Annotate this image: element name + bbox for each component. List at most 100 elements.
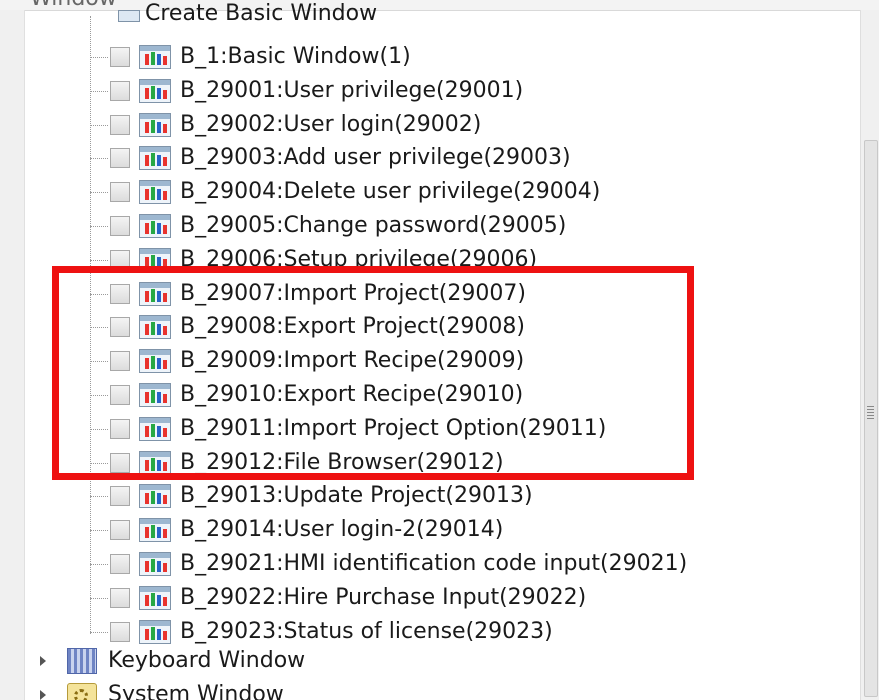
item-checkbox[interactable]	[110, 148, 130, 169]
tree-item-label: B_29004:Delete user privilege(29004)	[180, 179, 601, 205]
basic-window-icon	[139, 78, 171, 103]
scrollbar-grip-icon	[867, 406, 874, 420]
item-checkbox[interactable]	[110, 621, 130, 642]
tree-item-label: B_29001:User privilege(29001)	[180, 77, 524, 103]
basic-window-icon	[139, 214, 171, 238]
tree-item[interactable]: B_29005:Change password(29005)	[0, 209, 840, 243]
basic-window-icon	[139, 484, 171, 509]
tree-connector	[90, 226, 108, 227]
item-checkbox[interactable]	[110, 520, 130, 541]
tree-item[interactable]: B_29012:File Browser(29012)	[0, 446, 840, 480]
tree-item-label: B_29008:Export Project(29008)	[180, 314, 525, 340]
tree-item-label: B_29003:Add user privilege(29003)	[180, 145, 571, 171]
basic-window-icon	[139, 45, 171, 69]
item-checkbox[interactable]	[110, 351, 130, 372]
vertical-scrollbar[interactable]	[860, 10, 879, 700]
tree-connector	[90, 496, 108, 498]
tree-connector	[90, 530, 108, 532]
tree-connector	[90, 158, 108, 160]
tree-item-label: B_1:Basic Window(1)	[180, 44, 411, 69]
basic-window-icon	[139, 112, 171, 137]
tree-item[interactable]: B_29003:Add user privilege(29003)	[0, 141, 840, 175]
basic-window-icon	[139, 450, 171, 475]
tree-item[interactable]: B_29007:Import Project(29007)	[0, 277, 840, 311]
tree-item-label: B_29012:File Browser(29012)	[180, 449, 504, 475]
item-checkbox[interactable]	[110, 554, 130, 574]
window-tree-panel: Window Create Basic Window B_1:Basic Win…	[0, 0, 879, 700]
tree-item-label: B_29009:Import Recipe(29009)	[180, 348, 525, 374]
tree-item[interactable]: B_29009:Import Recipe(29009)	[0, 344, 840, 378]
tree-folder-label: Keyboard Window	[108, 648, 306, 673]
tree-item-label: B_29002:User login(29002)	[180, 111, 482, 137]
basic-window-icon	[139, 552, 171, 576]
tree-connector	[90, 192, 108, 194]
tree-item[interactable]: B_29006:Setup privilege(29006)	[0, 243, 840, 277]
basic-window-icon	[139, 146, 171, 171]
tree-connector	[90, 361, 108, 363]
tree-item-label: B_29005:Change password(29005)	[180, 213, 567, 238]
item-checkbox[interactable]	[110, 283, 130, 304]
basic-window-icon	[139, 585, 171, 610]
tree-item[interactable]: B_29002:User login(29002)	[0, 108, 840, 142]
item-checkbox[interactable]	[110, 216, 130, 236]
expand-arrow-icon[interactable]	[40, 656, 46, 666]
item-checkbox[interactable]	[110, 80, 130, 101]
keyboard-icon	[67, 648, 97, 674]
tree-item[interactable]: B_29023:Status of license(29023)	[0, 615, 840, 649]
tree-item-label: B_29023:Status of license(29023)	[180, 618, 553, 644]
tree-item-label: B_29014:User login-2(29014)	[180, 517, 504, 543]
tree-item[interactable]: B_29010:Export Recipe(29010)	[0, 378, 840, 412]
basic-window-icon	[139, 416, 171, 441]
item-checkbox[interactable]	[110, 182, 130, 203]
item-checkbox[interactable]	[110, 418, 130, 439]
tree-folder-keyboard-window[interactable]: Keyboard Window	[0, 645, 840, 679]
item-checkbox[interactable]	[110, 249, 130, 270]
basic-window-icon	[139, 247, 171, 272]
tree-item-label: B_29021:HMI identification code input(29…	[180, 551, 688, 576]
tree-connector	[90, 90, 108, 92]
item-checkbox[interactable]	[110, 452, 130, 473]
expand-arrow-icon[interactable]	[40, 690, 46, 700]
tree-item-label: B_29006:Setup privilege(29006)	[180, 246, 538, 272]
window-icon	[118, 10, 140, 22]
tree-item[interactable]: B_29021:HMI identification code input(29…	[0, 547, 840, 581]
tree-connector	[90, 631, 108, 633]
tree-connector	[90, 293, 108, 295]
tree-item-label: B_29022:Hire Purchase Input(29022)	[180, 584, 587, 610]
tree-item[interactable]: B_29008:Export Project(29008)	[0, 310, 840, 344]
tree-item[interactable]: B_29004:Delete user privilege(29004)	[0, 175, 840, 209]
tree-connector	[90, 57, 108, 58]
tree-connector	[90, 597, 108, 599]
tree-item[interactable]: B_29014:User login-2(29014)	[0, 513, 840, 547]
tree-item-label: B_29007:Import Project(29007)	[180, 280, 526, 306]
tree-connector	[90, 259, 108, 261]
tree-header-title: Window	[30, 0, 117, 10]
item-checkbox[interactable]	[110, 486, 130, 507]
item-checkbox[interactable]	[110, 114, 130, 135]
tree-connector	[90, 395, 108, 396]
basic-window-icon	[139, 315, 171, 340]
basic-window-icon	[139, 619, 171, 644]
tree-connector	[90, 428, 108, 430]
basic-window-icon	[139, 383, 171, 407]
tree-folder-system-window[interactable]: System Window	[0, 679, 840, 700]
tree-connector	[90, 327, 108, 329]
tree-connector	[90, 124, 108, 126]
basic-window-icon	[139, 349, 171, 374]
tree-connector	[90, 462, 108, 464]
item-checkbox[interactable]	[110, 47, 130, 67]
tree-item[interactable]: B_29022:Hire Purchase Input(29022)	[0, 581, 840, 615]
tree-item[interactable]: B_29011:Import Project Option(29011)	[0, 412, 840, 446]
tree-node-label: Create Basic Window	[145, 1, 378, 26]
tree-item[interactable]: B_1:Basic Window(1)	[0, 40, 840, 74]
tree-item[interactable]: B_29001:User privilege(29001)	[0, 74, 840, 108]
tree-item-label: B_29013:Update Project(29013)	[180, 483, 533, 509]
basic-window-icon	[139, 281, 171, 306]
basic-window-icon	[139, 518, 171, 543]
item-checkbox[interactable]	[110, 587, 130, 608]
gear-icon	[67, 683, 97, 700]
item-checkbox[interactable]	[110, 385, 130, 405]
item-checkbox[interactable]	[110, 317, 130, 338]
tree-folder-label: System Window	[108, 682, 284, 700]
tree-item[interactable]: B_29013:Update Project(29013)	[0, 479, 840, 513]
